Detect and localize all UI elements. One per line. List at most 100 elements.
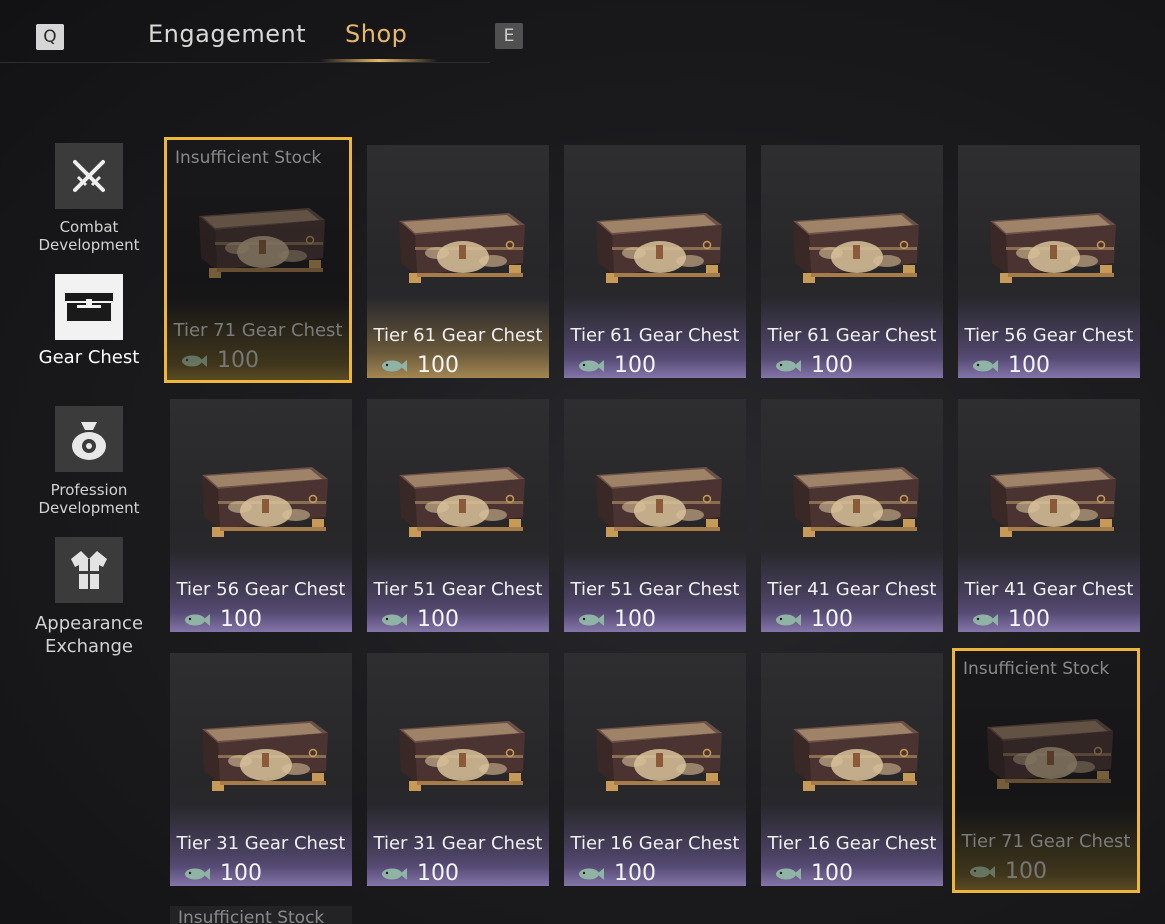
- item-price: 100: [1005, 859, 1047, 884]
- gear-chest-image: [189, 202, 329, 284]
- item-price: 100: [811, 607, 853, 632]
- item-price: 100: [220, 861, 262, 886]
- fish-icon: [578, 867, 604, 881]
- price-row: 100: [972, 607, 1050, 632]
- sidebar-item-label: Appearance Exchange: [34, 613, 144, 657]
- item-price: 100: [1008, 607, 1050, 632]
- fish-icon: [775, 867, 801, 881]
- fish-icon: [969, 865, 995, 879]
- price-row: 100: [381, 607, 459, 632]
- item-name: Tier 16 Gear Chest: [767, 833, 937, 854]
- gear-chest-image: [586, 715, 726, 797]
- tab-shop[interactable]: Shop: [345, 20, 407, 48]
- fish-icon: [381, 359, 407, 373]
- price-row: 100: [184, 607, 262, 632]
- gear-chest-image: [980, 207, 1120, 289]
- fish-icon: [775, 359, 801, 373]
- item-name: Tier 51 Gear Chest: [570, 579, 740, 600]
- fish-icon: [381, 613, 407, 627]
- gear-chest-image: [389, 461, 529, 543]
- tab-engagement[interactable]: Engagement: [148, 20, 306, 48]
- price-row: 100: [578, 607, 656, 632]
- sidebar-item-appearance-exchange[interactable]: Appearance Exchange: [22, 537, 156, 658]
- fish-icon: [184, 867, 210, 881]
- item-name: Tier 16 Gear Chest: [570, 833, 740, 854]
- fish-icon: [578, 359, 604, 373]
- item-price: 100: [614, 607, 656, 632]
- item-price: 100: [417, 607, 459, 632]
- shop-card[interactable]: Tier 61 Gear Chest 100: [564, 145, 746, 378]
- item-name: Tier 56 Gear Chest: [176, 579, 346, 600]
- insufficient-stock-label: Insufficient Stock: [963, 659, 1110, 679]
- fish-icon: [578, 613, 604, 627]
- price-row: 100: [775, 607, 853, 632]
- sidebar-item-combat-development[interactable]: Combat Development: [22, 143, 156, 254]
- price-row: 100: [381, 353, 459, 378]
- gear-chest-image: [783, 207, 923, 289]
- shop-card[interactable]: Tier 16 Gear Chest 100: [761, 653, 943, 886]
- shop-card[interactable]: Tier 41 Gear Chest 100: [958, 399, 1140, 632]
- price-row: 100: [181, 348, 259, 373]
- item-price: 100: [417, 353, 459, 378]
- sidebar-item-label: Profession Development: [38, 481, 140, 517]
- item-price: 100: [811, 353, 853, 378]
- insufficient-stock-label: Insufficient Stock: [175, 148, 322, 168]
- item-price: 100: [811, 861, 853, 886]
- shop-card[interactable]: Tier 51 Gear Chest 100: [564, 399, 746, 632]
- price-row: 100: [381, 861, 459, 886]
- price-row: 100: [775, 353, 853, 378]
- sidebar-item-label: Gear Chest: [38, 347, 140, 368]
- gear-chest-image: [586, 207, 726, 289]
- item-name: Tier 41 Gear Chest: [964, 579, 1134, 600]
- shop-card[interactable]: Tier 56 Gear Chest 100: [170, 399, 352, 632]
- fish-icon: [775, 613, 801, 627]
- fish-icon: [181, 354, 207, 368]
- prev-tab-key[interactable]: Q: [36, 24, 64, 50]
- fish-icon: [381, 867, 407, 881]
- item-name: Tier 41 Gear Chest: [767, 579, 937, 600]
- item-price: 100: [1008, 353, 1050, 378]
- price-row: 100: [969, 859, 1047, 884]
- shop-card[interactable]: Tier 31 Gear Chest 100: [170, 653, 352, 886]
- item-name: Tier 51 Gear Chest: [373, 579, 543, 600]
- item-name: Tier 61 Gear Chest: [570, 325, 740, 346]
- fish-icon: [972, 359, 998, 373]
- sidebar-item-label: Combat Development: [38, 218, 140, 254]
- item-price: 100: [614, 861, 656, 886]
- price-row: 100: [972, 353, 1050, 378]
- item-price: 100: [217, 348, 259, 373]
- shop-card[interactable]: Insufficient Stock Tier 71 Gear Chest 10…: [952, 648, 1140, 893]
- shop-card[interactable]: Tier 31 Gear Chest 100: [367, 653, 549, 886]
- gear-chest-image: [783, 461, 923, 543]
- shop-card[interactable]: Tier 41 Gear Chest 100: [761, 399, 943, 632]
- sidebar-item-gear-chest[interactable]: Gear Chest: [22, 274, 156, 367]
- item-name: Tier 71 Gear Chest: [173, 320, 343, 341]
- shop-card[interactable]: Tier 61 Gear Chest 100: [367, 145, 549, 378]
- shop-card[interactable]: Insufficient Stock Tier 71 Gear Chest 10…: [164, 137, 352, 383]
- next-tab-key[interactable]: E: [495, 23, 523, 49]
- item-name: Tier 71 Gear Chest: [961, 831, 1131, 852]
- price-row: 100: [184, 861, 262, 886]
- gear-chest-image: [783, 715, 923, 797]
- gear-chest-image: [977, 713, 1117, 795]
- gear-chest-image: [389, 207, 529, 289]
- price-row: 100: [775, 861, 853, 886]
- item-name: Tier 31 Gear Chest: [176, 833, 346, 854]
- shop-card-partial[interactable]: Insufficient Stock: [170, 906, 352, 924]
- insufficient-stock-label: Insufficient Stock: [178, 908, 325, 924]
- shop-card[interactable]: Tier 61 Gear Chest 100: [761, 145, 943, 378]
- gear-chest-image: [980, 461, 1120, 543]
- item-price: 100: [220, 607, 262, 632]
- item-name: Tier 61 Gear Chest: [767, 325, 937, 346]
- shop-card[interactable]: Tier 51 Gear Chest 100: [367, 399, 549, 632]
- fish-icon: [184, 613, 210, 627]
- shop-card[interactable]: Tier 56 Gear Chest 100: [958, 145, 1140, 378]
- price-row: 100: [578, 861, 656, 886]
- money-bag-icon: [55, 406, 123, 472]
- gear-chest-image: [192, 715, 332, 797]
- shop-card[interactable]: Tier 16 Gear Chest 100: [564, 653, 746, 886]
- sidebar-item-profession-development[interactable]: Profession Development: [22, 406, 156, 517]
- item-price: 100: [417, 861, 459, 886]
- gear-chest-image: [192, 461, 332, 543]
- chest-icon: [55, 274, 123, 340]
